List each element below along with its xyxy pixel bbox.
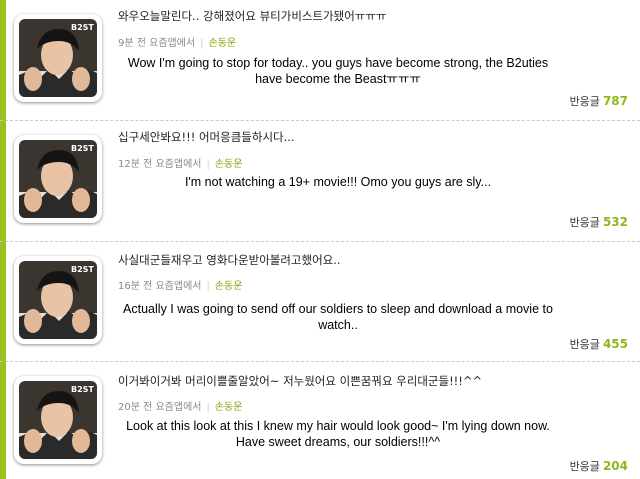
selfie-photo-icon: B2ST xyxy=(19,140,97,218)
avatar[interactable]: B2ST xyxy=(14,135,102,223)
post-meta: 16분 전 요즘앱에서 | 손동운 xyxy=(118,277,242,292)
selfie-photo-icon: B2ST xyxy=(19,381,97,459)
replies-label: 반응글 xyxy=(569,95,600,108)
replies-count: 787 xyxy=(602,94,628,108)
meta-separator: | xyxy=(206,159,210,170)
translation-text: Look at this look at this I knew my hair… xyxy=(126,419,550,449)
replies-count: 204 xyxy=(602,459,628,473)
meta-separator: | xyxy=(206,402,210,413)
post-meta: 12분 전 요즘앱에서 | 손동운 xyxy=(118,155,242,170)
logo-text: B2ST xyxy=(71,23,94,32)
replies-link[interactable]: 반응글 204 xyxy=(570,458,628,474)
author-link[interactable]: 손동운 xyxy=(209,38,237,49)
meta-separator: | xyxy=(206,281,210,292)
replies-link[interactable]: 반응글 787 xyxy=(570,93,628,109)
replies-label: 반응글 xyxy=(569,216,600,229)
post-divider xyxy=(0,241,640,242)
translation-text: Wow I'm going to stop for today.. you gu… xyxy=(127,56,549,86)
replies-link[interactable]: 반응글 455 xyxy=(570,336,628,352)
replies-count: 532 xyxy=(602,215,628,229)
avatar[interactable]: B2ST xyxy=(14,14,102,102)
post-divider xyxy=(0,120,640,121)
author-link[interactable]: 손동운 xyxy=(215,402,243,413)
post-time: 9분 전 요즘앱에서 xyxy=(118,38,196,49)
author-link[interactable]: 손동운 xyxy=(215,281,243,292)
post-text: 와우오늘말린다.. 강해졌어요 뷰티가비스트가됐어ㅠㅠㅠ xyxy=(118,9,387,23)
logo-text: B2ST xyxy=(71,144,94,153)
post-text: 사실대군들재우고 영화다운받아볼려고했어요.. xyxy=(118,253,341,267)
post-meta: 20분 전 요즘앱에서 | 손동운 xyxy=(118,398,242,413)
selfie-photo-icon: B2ST xyxy=(19,261,97,339)
replies-link[interactable]: 반응글 532 xyxy=(570,214,628,230)
author-link[interactable]: 손동운 xyxy=(215,159,243,170)
replies-label: 반응글 xyxy=(569,460,600,473)
logo-text: B2ST xyxy=(71,265,94,274)
logo-text: B2ST xyxy=(71,385,94,394)
left-accent-bar xyxy=(0,0,6,479)
post-divider xyxy=(0,361,640,362)
post-time: 12분 전 요즘앱에서 xyxy=(118,159,202,170)
avatar[interactable]: B2ST xyxy=(14,376,102,464)
post-meta: 9분 전 요즘앱에서 | 손동운 xyxy=(118,34,236,49)
post-time: 20분 전 요즘앱에서 xyxy=(118,402,202,413)
selfie-photo-icon: B2ST xyxy=(19,19,97,97)
replies-label: 반응글 xyxy=(569,338,600,351)
translation-text: I'm not watching a 19+ movie!!! Omo you … xyxy=(184,175,492,189)
avatar[interactable]: B2ST xyxy=(14,256,102,344)
translation-text: Actually I was going to send off our sol… xyxy=(123,302,553,332)
meta-separator: | xyxy=(200,38,204,49)
post-text: 십구세안봐요!!! 어머응큼들하시다... xyxy=(118,130,295,144)
post-text: 이거봐이거봐 머리이쁠줄알았어~ 저누웠어요 이쁜꿈꿔요 우리대군들!!!^^ xyxy=(118,374,483,388)
post-time: 16분 전 요즘앱에서 xyxy=(118,281,202,292)
replies-count: 455 xyxy=(602,337,628,351)
